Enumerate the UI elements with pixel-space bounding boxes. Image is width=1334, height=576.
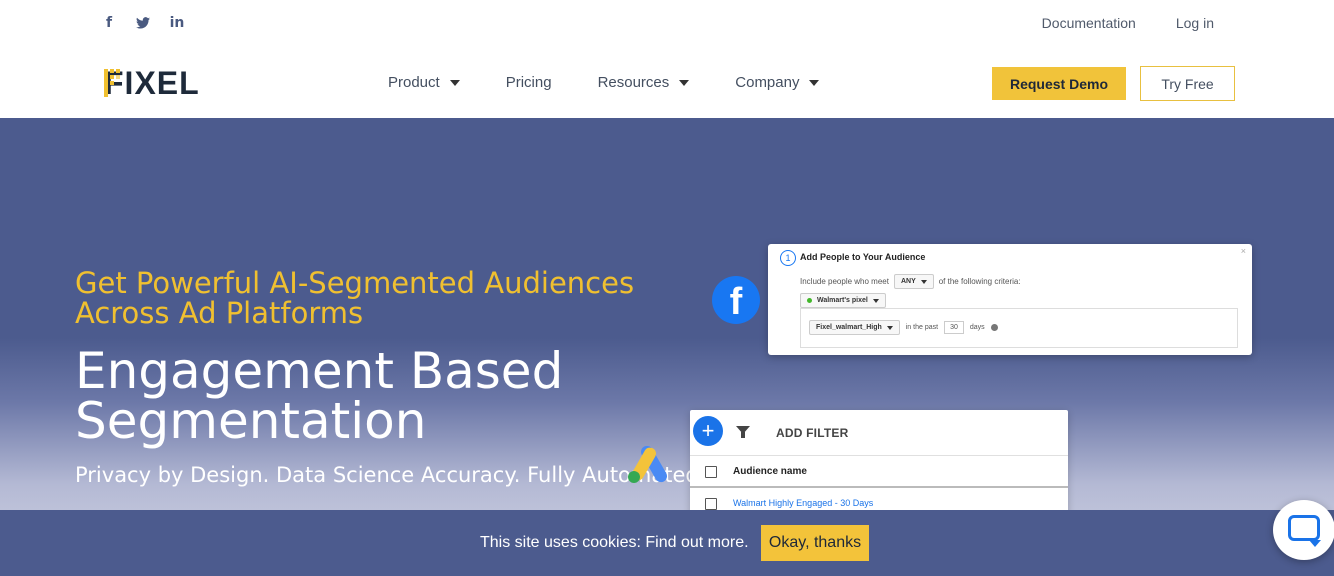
cookie-accept-button[interactable]: Okay, thanks (761, 525, 869, 561)
social-links: f in (102, 14, 184, 32)
caret-down-icon (886, 325, 893, 330)
event-select: Fixel_walmart_High (809, 320, 900, 335)
logo-mark-icon (104, 69, 124, 97)
pixel-value: Walmart's pixel (817, 297, 868, 304)
event-value: Fixel_walmart_High (816, 324, 882, 331)
pixel-select: Walmart's pixel (800, 293, 886, 308)
match-select: ANY (893, 274, 934, 289)
site-header: f in Documentation Log in FIXEL Product … (0, 0, 1334, 118)
nav-item-label: Resources (597, 74, 670, 91)
close-icon: × (1240, 246, 1246, 256)
caret-down-icon (809, 79, 820, 86)
include-suffix: of the following criteria: (938, 277, 1021, 286)
add-filter-label: ADD FILTER (776, 426, 849, 440)
linkedin-icon[interactable]: in (170, 14, 185, 32)
caret-down-icon (679, 79, 690, 86)
main-nav: Product Pricing Resources Company (388, 74, 820, 91)
caret-down-icon (449, 79, 460, 86)
google-ads-logo-icon (628, 445, 667, 483)
chat-launcher[interactable] (1273, 500, 1334, 560)
request-demo-button[interactable]: Request Demo (992, 67, 1126, 100)
in-past-label: in the past (905, 324, 939, 331)
try-free-button[interactable]: Try Free (1140, 66, 1235, 101)
login-link[interactable]: Log in (1176, 15, 1214, 31)
caret-down-icon (872, 298, 879, 303)
status-dot-icon (807, 298, 812, 303)
top-links: Documentation Log in (1042, 15, 1214, 31)
fixel-logo[interactable]: FIXEL (104, 66, 200, 100)
documentation-link[interactable]: Documentation (1042, 15, 1136, 31)
nav-item-label: Company (735, 74, 800, 91)
pixel-select-row: Walmart's pixel (800, 293, 886, 308)
twitter-icon[interactable] (136, 14, 150, 32)
table-row: Walmart Highly Engaged - 30 Days (733, 498, 874, 508)
hero-eyebrow: Get Powerful AI-Segmented Audiences Acro… (75, 266, 635, 330)
cookie-message[interactable]: This site uses cookies: Find out more. (480, 534, 749, 552)
include-prefix: Include people who meet (800, 277, 889, 286)
info-icon (990, 324, 998, 331)
caret-down-icon (920, 279, 927, 284)
hero-section: Get Powerful AI-Segmented Audiences Acro… (0, 118, 1334, 576)
hero-headline: Engagement Based Segmentation (75, 342, 564, 450)
facebook-icon[interactable]: f (102, 14, 116, 32)
table-header: Audience name (690, 455, 1068, 488)
facebook-logo-icon: f (712, 276, 760, 324)
chat-bubble-icon (1288, 515, 1321, 547)
nav-item-label: Pricing (505, 74, 552, 91)
add-icon: + (693, 416, 723, 446)
match-value: ANY (900, 278, 916, 285)
event-criteria-box: Fixel_walmart_High in the past 30 days (800, 308, 1238, 348)
cookie-banner: This site uses cookies: Find out more. O… (0, 510, 1334, 576)
nav-item-product[interactable]: Product (388, 74, 460, 91)
nav-item-label: Product (388, 74, 440, 91)
nav-item-pricing[interactable]: Pricing (506, 74, 552, 91)
select-all-checkbox (705, 466, 717, 478)
event-row: Fixel_walmart_High in the past 30 days (809, 320, 998, 335)
column-header: Audience name (733, 466, 807, 477)
nav-item-resources[interactable]: Resources (598, 74, 690, 91)
nav-item-company[interactable]: Company (735, 74, 820, 91)
step-badge: 1 (780, 250, 796, 266)
row-checkbox (705, 498, 717, 510)
days-label: days (969, 324, 985, 331)
card-title: Add People to Your Audience (800, 252, 926, 262)
hero-subline: Privacy by Design. Data Science Accuracy… (75, 463, 706, 487)
include-criteria-row: Include people who meet ANY of the follo… (800, 274, 1021, 289)
days-input: 30 (944, 321, 964, 334)
facebook-audience-card: × 1 Add People to Your Audience Include … (768, 244, 1252, 355)
